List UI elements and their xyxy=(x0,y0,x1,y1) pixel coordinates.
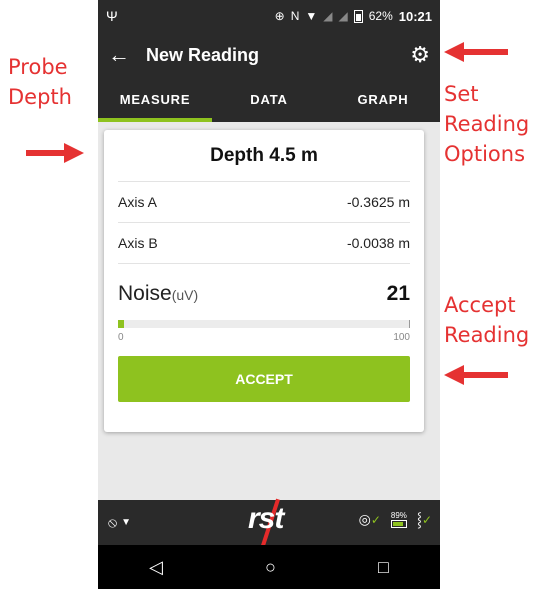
gear-icon[interactable]: ⚙ xyxy=(410,42,430,68)
probe-depth-annotation: Probe Depth xyxy=(8,52,88,112)
axis-a-label: Axis A xyxy=(118,194,157,210)
scale-min: 0 xyxy=(118,332,124,343)
device-statuses: ◎✓ 89% ⸾✓ xyxy=(359,510,432,529)
noise-unit: (uV) xyxy=(171,287,199,303)
page-title: New Reading xyxy=(146,44,260,65)
accept-button[interactable]: ACCEPT xyxy=(118,356,410,402)
probe-check-icon: ✓ xyxy=(370,513,381,527)
phone-screen: Ψ ⊕ N ▼ ◢ ◢ 62% 10:21 ← New Reading ⚙ ME… xyxy=(98,0,440,589)
probe-selector[interactable]: ⦸ ▼ xyxy=(108,514,131,531)
nav-back-icon[interactable]: ◁ xyxy=(149,557,163,578)
reading-card: Depth 4.5 m Axis A -0.3625 m Axis B -0.0… xyxy=(104,130,424,432)
settings-arrow xyxy=(444,42,508,62)
set-reading-options-annotation: Set Reading Options xyxy=(444,79,544,169)
probe-depth-arrow xyxy=(26,143,84,163)
back-arrow-icon[interactable]: ← xyxy=(108,42,146,68)
tab-graph[interactable]: GRAPH xyxy=(326,78,440,122)
battery-percent: 62% xyxy=(368,9,393,23)
depth-title: Depth 4.5 m xyxy=(118,130,410,182)
scale-max: 100 xyxy=(393,332,410,343)
noise-progress-fill xyxy=(118,320,124,328)
axis-a-value: -0.3625 m xyxy=(346,194,410,210)
rst-logo: rst xyxy=(248,502,284,535)
usb-icon: Ψ xyxy=(106,8,118,24)
device-battery-icon xyxy=(390,520,407,528)
location-icon: ⊕ xyxy=(274,9,285,23)
status-bar: Ψ ⊕ N ▼ ◢ ◢ 62% 10:21 xyxy=(98,0,440,32)
compass-icon: ⦸ xyxy=(108,514,118,530)
noise-label: Noise xyxy=(118,282,172,305)
signal-icon: ◢ xyxy=(323,9,333,23)
chevron-down-icon: ▼ xyxy=(121,517,132,528)
noise-label-group: Noise(uV) xyxy=(118,282,198,306)
probe-depth-annotation-text: Probe Depth xyxy=(8,55,72,109)
tab-measure[interactable]: MEASURE xyxy=(98,78,212,122)
probe-connection-icon: ◎✓ xyxy=(358,511,381,527)
app-bar: ← New Reading ⚙ xyxy=(98,32,440,78)
accept-arrow xyxy=(444,365,508,385)
noise-scale: 0 100 xyxy=(118,332,410,343)
nav-recents-icon[interactable]: □ xyxy=(378,557,389,578)
signal-icon-2: ◢ xyxy=(338,9,348,23)
accept-reading-annotation: Accept Reading xyxy=(444,290,544,350)
tab-bar: MEASURE DATA GRAPH xyxy=(98,78,440,122)
device-battery-percent: 89% xyxy=(390,511,407,520)
clock: 10:21 xyxy=(398,8,432,24)
nav-home-icon[interactable]: ○ xyxy=(265,557,276,578)
nfc-icon: N xyxy=(290,9,300,23)
noise-progress-bar xyxy=(118,320,410,328)
noise-row: Noise(uV) 21 xyxy=(118,282,410,306)
device-battery: 89% xyxy=(390,511,407,528)
axis-b-row: Axis B -0.0038 m xyxy=(118,223,410,264)
cable-check-icon: ✓ xyxy=(421,513,432,527)
set-reading-options-text: Set Reading Options xyxy=(444,82,530,166)
bottom-toolbar: ⦸ ▼ rst ◎✓ 89% ⸾✓ xyxy=(98,498,440,550)
accept-reading-text: Accept Reading xyxy=(444,293,530,347)
axis-b-label: Axis B xyxy=(118,235,158,251)
android-nav-bar: ◁ ○ □ xyxy=(98,545,440,589)
cable-icon: ⸾✓ xyxy=(416,511,432,527)
noise-progress-end-tick xyxy=(409,320,410,328)
battery-icon xyxy=(353,9,363,23)
tab-data[interactable]: DATA xyxy=(212,78,326,122)
axis-b-value: -0.0038 m xyxy=(346,235,410,251)
wifi-icon: ▼ xyxy=(305,9,318,23)
noise-value: 21 xyxy=(386,282,410,305)
axis-a-row: Axis A -0.3625 m xyxy=(118,182,410,223)
